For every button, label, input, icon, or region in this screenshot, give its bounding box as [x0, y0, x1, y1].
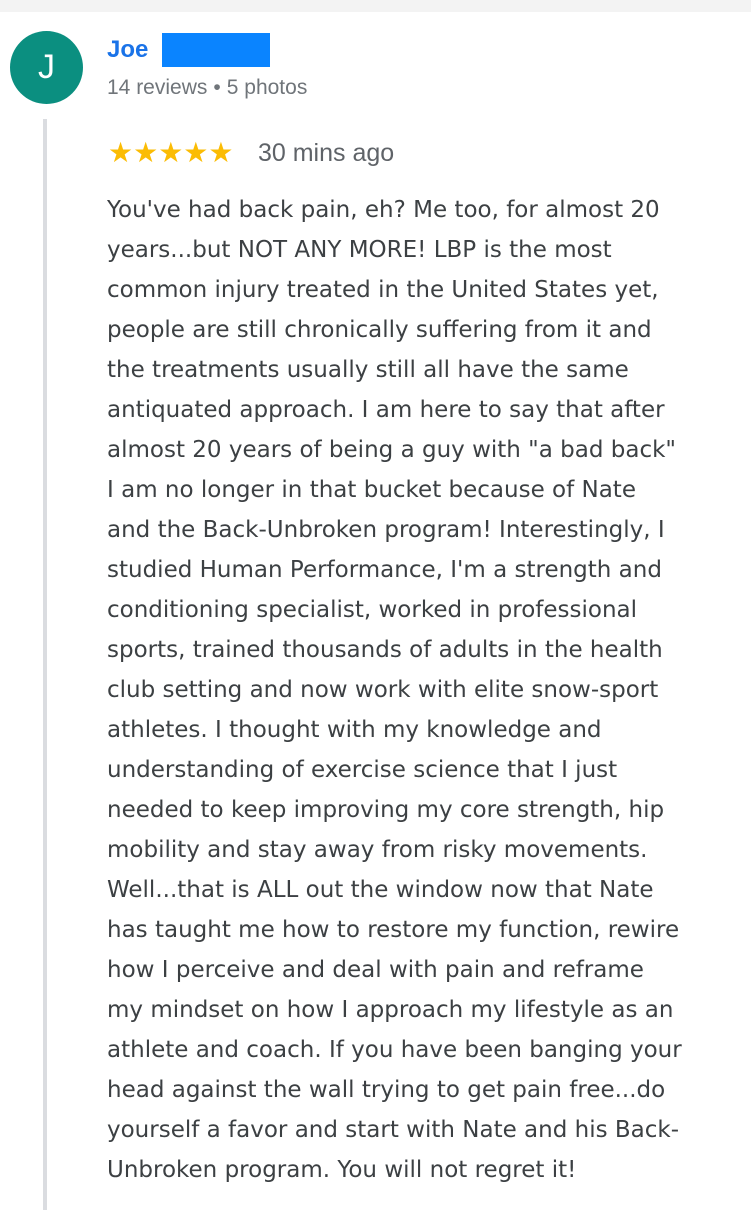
reviewer-name[interactable]: Joe	[107, 34, 148, 66]
star-rating-icon: ★★★★★	[108, 137, 234, 168]
top-strip	[0, 0, 751, 12]
thread-line	[43, 119, 47, 1210]
review-count: 14 reviews	[107, 76, 208, 99]
review-text: You've had back pain, eh? Me too, for al…	[107, 197, 682, 1183]
rating-row: ★★★★★ 30 mins ago	[108, 135, 394, 171]
photo-count: 5 photos	[226, 76, 308, 99]
review-time: 30 mins ago	[257, 139, 395, 167]
name-redaction	[162, 33, 270, 67]
avatar[interactable]: J	[10, 31, 83, 104]
meta-separator: •	[213, 76, 221, 99]
reviewer-meta[interactable]: 14 reviews • 5 photos	[107, 73, 307, 103]
